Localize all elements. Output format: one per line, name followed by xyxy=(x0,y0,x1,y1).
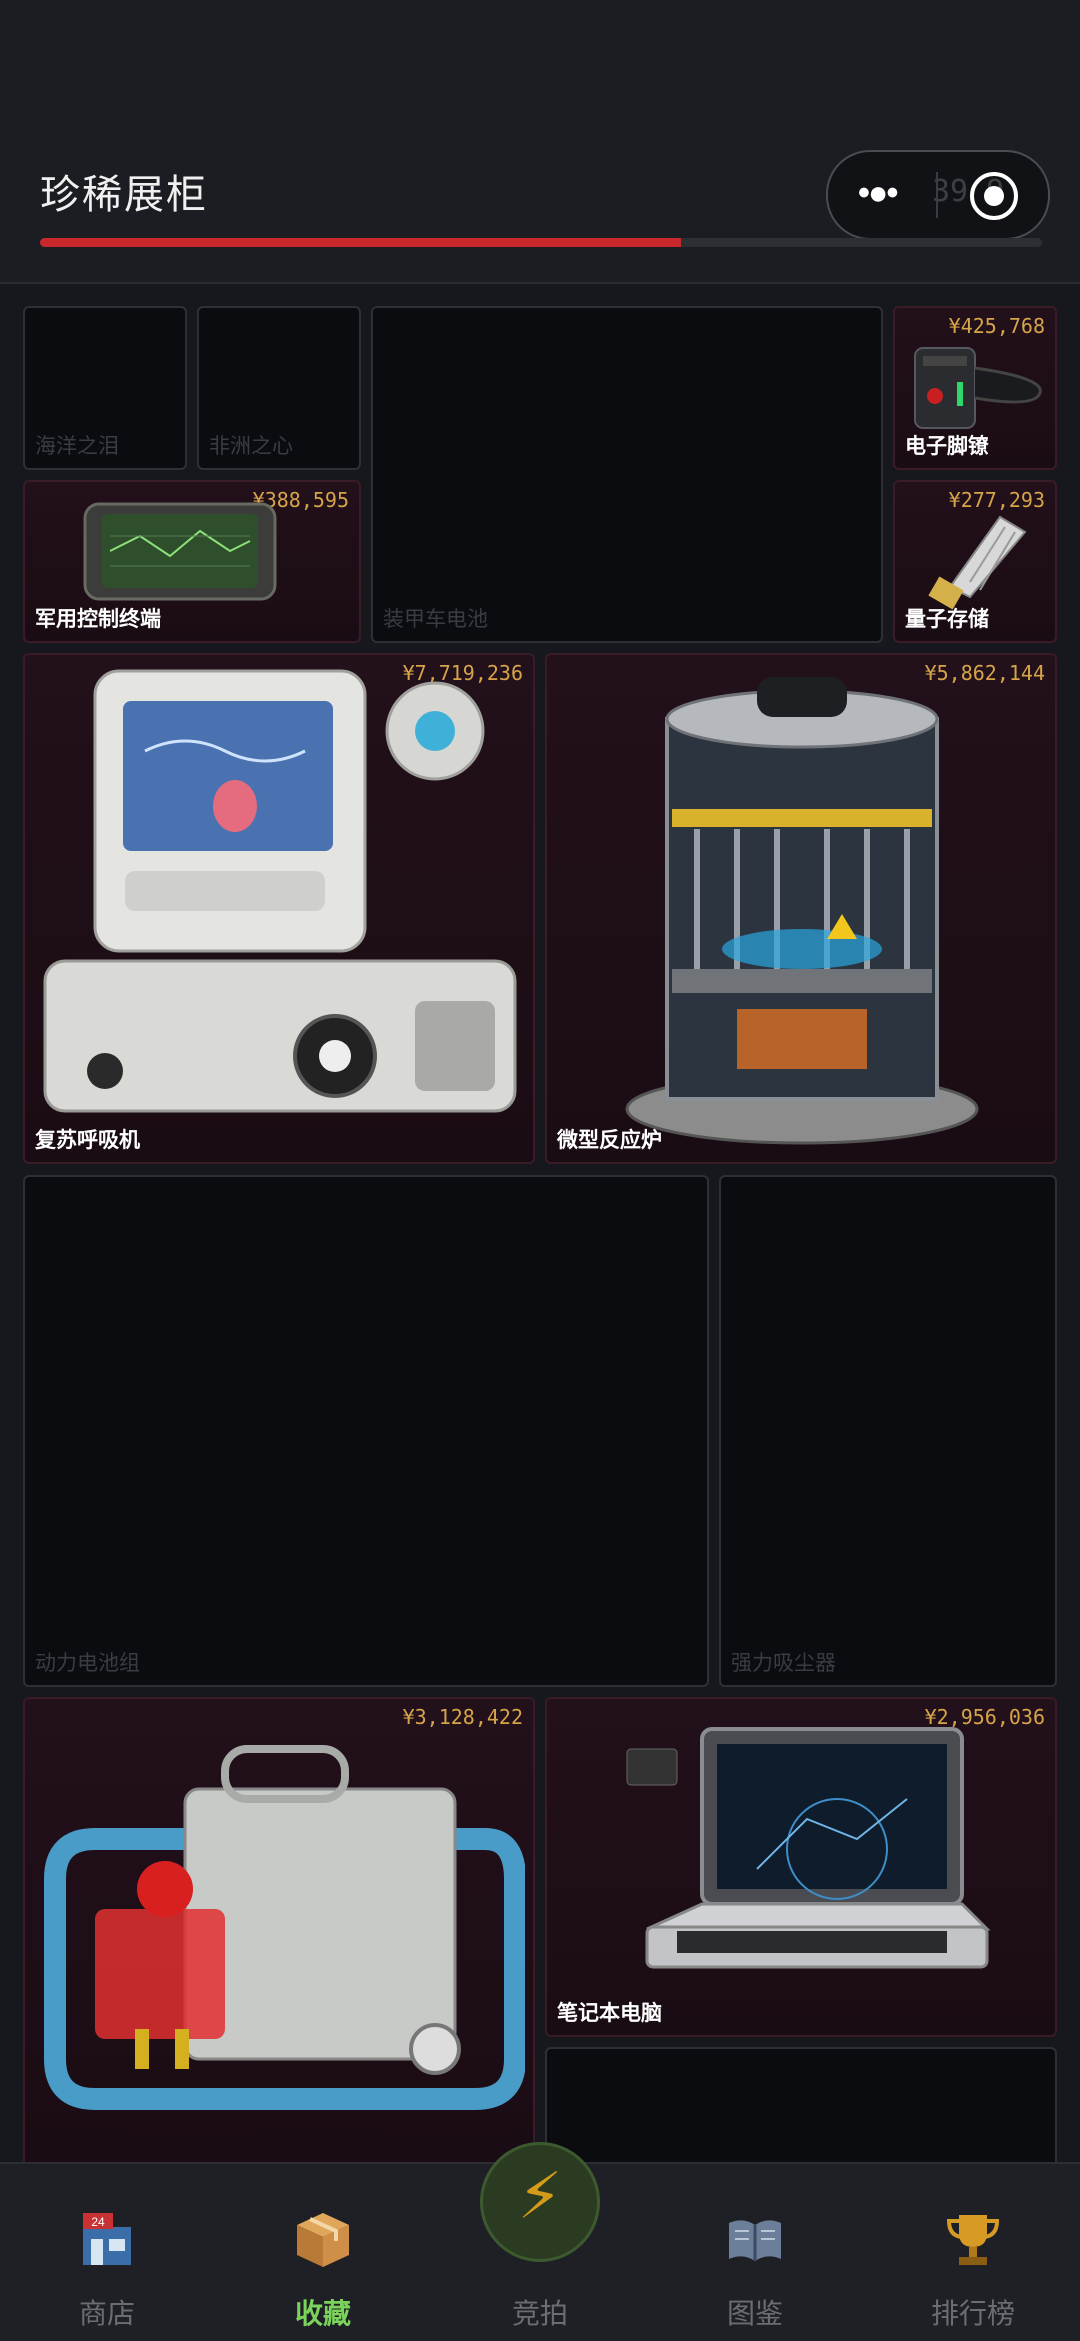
exhibit-name: 复苏呼吸机 xyxy=(35,1129,140,1152)
more-icon[interactable]: •●• xyxy=(858,174,898,213)
tab-label: 商店 xyxy=(78,2298,135,2329)
exhibit-name: 海洋之泪 xyxy=(35,435,119,458)
tab-label: 收藏 xyxy=(294,2298,351,2329)
top-bar: 珍稀展柜 •●• 39 9 xyxy=(0,0,1080,282)
exhibit-bijiben[interactable]: ¥2,956,036 笔记本电脑 xyxy=(545,1697,1057,2037)
close-target-icon[interactable] xyxy=(970,172,1018,220)
exhibit-xichen[interactable]: 强力吸尘器 xyxy=(719,1175,1057,1687)
exhibit-price: ¥3,128,422 xyxy=(402,1705,523,1729)
ventilator-image xyxy=(43,669,517,1113)
exhibit-name: 装甲车电池 xyxy=(383,608,488,631)
exhibit-name: 笔记本电脑 xyxy=(557,2002,662,2025)
quantum-storage-image xyxy=(928,515,1027,610)
tab-shop[interactable]: 24 商店 xyxy=(22,2164,192,2341)
laptop-image xyxy=(626,1727,991,1969)
exhibit-name: 军用控制终端 xyxy=(35,608,161,631)
exhibit-liangzi[interactable]: ¥277,293 量子存储 xyxy=(893,480,1057,643)
military-terminal-image xyxy=(83,502,277,601)
exhibit-price: ¥425,768 xyxy=(948,314,1045,338)
exhibit-junyong[interactable]: ¥388,595 军用控制终端 xyxy=(23,480,361,643)
store-icon: 24 xyxy=(83,2213,131,2265)
tab-label: 图鉴 xyxy=(726,2298,783,2329)
auction-bolt-button[interactable]: ⚡ xyxy=(480,2142,600,2262)
exhibit-fadian[interactable]: ¥3,128,422 xyxy=(23,1697,535,2167)
exhibit-name: 电子脚镣 xyxy=(905,435,989,458)
tab-atlas[interactable]: 图鉴 xyxy=(670,2164,840,2341)
header-divider xyxy=(0,282,1080,284)
exhibit-name: 动力电池组 xyxy=(35,1652,140,1675)
ankle-monitor-image xyxy=(914,347,1042,429)
progress-fill xyxy=(40,238,682,247)
tab-collection[interactable]: 收藏 xyxy=(238,2164,408,2341)
tab-ranking[interactable]: 排行榜 xyxy=(888,2164,1058,2341)
svg-text:24: 24 xyxy=(91,2215,105,2229)
mini-program-capsule: •●• 39 9 xyxy=(826,150,1050,240)
exhibit-name: 量子存储 xyxy=(905,608,989,631)
exhibit-jiaoliao[interactable]: ¥425,768 电子脚镣 xyxy=(893,306,1057,470)
exhibit-husu[interactable]: ¥7,719,236 复苏呼吸机 xyxy=(23,653,535,1164)
mini-reactor-image xyxy=(625,677,979,1145)
exhibit-haiyang[interactable]: 海洋之泪 xyxy=(23,306,187,470)
tab-label: 排行榜 xyxy=(930,2298,1015,2329)
exhibit-weixing[interactable]: ¥5,862,144 微型反应炉 xyxy=(545,653,1057,1164)
trophy-icon xyxy=(946,2215,1000,2265)
generator-image xyxy=(44,1745,525,2110)
open-book-icon xyxy=(729,2220,781,2261)
exhibit-name: 微型反应炉 xyxy=(557,1129,662,1152)
exhibit-zhuangjia[interactable]: 装甲车电池 xyxy=(371,306,883,643)
exhibit-name: 非洲之心 xyxy=(209,435,293,458)
capsule-separator xyxy=(936,172,938,218)
exhibit-price: ¥277,293 xyxy=(948,488,1045,512)
exhibit-feizhou[interactable]: 非洲之心 xyxy=(197,306,361,470)
exhibit-dongli[interactable]: 动力电池组 xyxy=(23,1175,709,1687)
tab-label: 竞拍 xyxy=(511,2298,568,2329)
collection-progress-bar xyxy=(40,238,1042,247)
lightning-icon: ⚡ xyxy=(517,2160,563,2232)
package-icon xyxy=(297,2213,349,2267)
page-title: 珍稀展柜 xyxy=(40,173,208,217)
exhibit-name: 强力吸尘器 xyxy=(731,1652,836,1675)
